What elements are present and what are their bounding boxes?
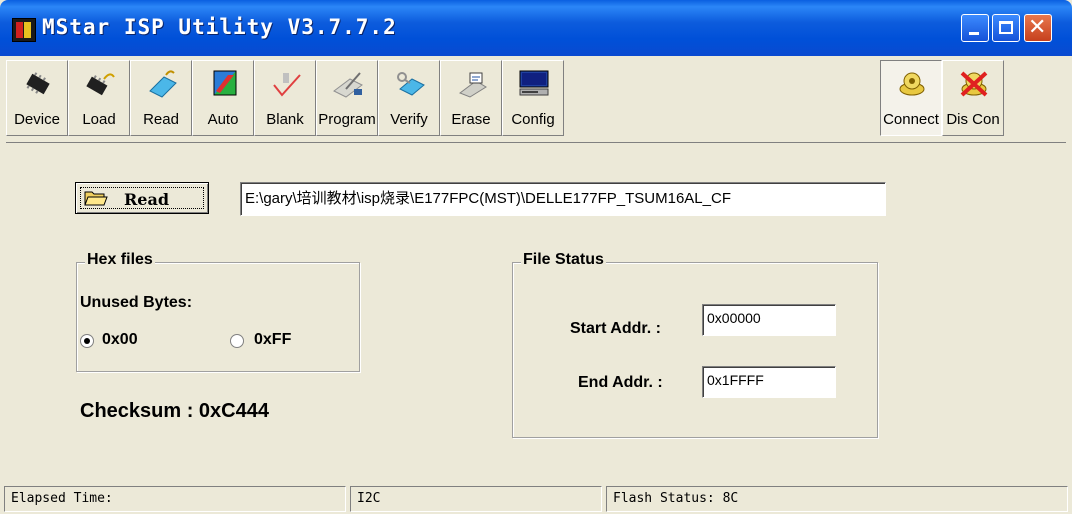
device-label: Device bbox=[14, 111, 60, 128]
flash-status-panel: Flash Status: 8C bbox=[606, 486, 1068, 512]
hex-files-group: Hex files bbox=[76, 251, 360, 372]
verify-button[interactable]: Verify bbox=[378, 60, 440, 136]
status-bar: Elapsed Time: I2C Flash Status: 8C bbox=[0, 484, 1072, 514]
verify-label: Verify bbox=[390, 111, 428, 128]
disconnect-label: Dis Con bbox=[946, 111, 1000, 128]
maximize-icon bbox=[999, 21, 1013, 34]
config-button[interactable]: Config bbox=[502, 60, 564, 136]
load-label: Load bbox=[82, 111, 116, 128]
erase-button[interactable]: Erase bbox=[440, 60, 502, 136]
program-label: Program bbox=[318, 111, 376, 128]
connect-button[interactable]: Connect bbox=[880, 60, 942, 136]
radio-0xff[interactable] bbox=[230, 334, 244, 348]
unused-bytes-label: Unused Bytes: bbox=[80, 294, 193, 311]
disconnect-icon bbox=[960, 71, 988, 97]
app-icon bbox=[12, 18, 36, 42]
title-bar: MStar ISP Utility V3.7.7.2 ✕ bbox=[0, 0, 1072, 56]
connect-icon bbox=[899, 72, 925, 96]
hex-files-legend: Hex files bbox=[85, 251, 155, 269]
window-title: MStar ISP Utility V3.7.7.2 bbox=[42, 15, 397, 39]
toolbar: Device Load Read Auto Blank Program Veri… bbox=[4, 58, 1070, 140]
read-icon bbox=[149, 70, 177, 98]
auto-button[interactable]: Auto bbox=[192, 60, 254, 136]
erase-label: Erase bbox=[451, 111, 491, 128]
file-status-group: File Status bbox=[512, 251, 878, 438]
load-button[interactable]: Load bbox=[68, 60, 130, 136]
checksum-text: Checksum : 0xC444 bbox=[80, 400, 269, 422]
open-folder-icon bbox=[84, 191, 108, 206]
read-toolbar-button[interactable]: Read bbox=[130, 60, 192, 136]
device-button[interactable]: Device bbox=[6, 60, 68, 136]
config-label: Config bbox=[511, 111, 555, 128]
chip-icon bbox=[26, 72, 50, 95]
close-button[interactable]: ✕ bbox=[1024, 14, 1052, 42]
blank-button[interactable]: Blank bbox=[254, 60, 316, 136]
radio-0xff-label[interactable]: 0xFF bbox=[254, 331, 291, 349]
load-chip-icon bbox=[86, 73, 115, 96]
connect-label: Connect bbox=[883, 111, 939, 128]
end-addr-field[interactable]: 0x1FFFF bbox=[702, 366, 836, 398]
config-icon bbox=[519, 70, 549, 96]
program-icon bbox=[333, 72, 363, 98]
radio-0x00-label[interactable]: 0x00 bbox=[102, 331, 138, 349]
elapsed-time-panel: Elapsed Time: bbox=[4, 486, 346, 512]
start-addr-label: Start Addr. : bbox=[570, 320, 661, 337]
auto-icon bbox=[213, 70, 237, 96]
minimize-button[interactable] bbox=[961, 14, 989, 42]
file-status-legend: File Status bbox=[521, 251, 606, 269]
disconnect-button[interactable]: Dis Con bbox=[942, 60, 1004, 136]
minimize-icon bbox=[969, 32, 979, 35]
interface-panel: I2C bbox=[350, 486, 602, 512]
erase-icon bbox=[458, 72, 487, 98]
start-addr-field[interactable]: 0x00000 bbox=[702, 304, 836, 336]
read-file-label: Read bbox=[124, 190, 170, 209]
auto-label: Auto bbox=[207, 111, 239, 128]
radio-0x00[interactable] bbox=[80, 334, 94, 348]
read-file-button[interactable]: Read bbox=[75, 182, 209, 214]
maximize-button[interactable] bbox=[992, 14, 1020, 42]
verify-icon bbox=[397, 72, 425, 96]
program-button[interactable]: Program bbox=[316, 60, 378, 136]
file-path-field[interactable]: E:\gary\培训教材\isp烧录\E177FPC(MST)\DELLE177… bbox=[240, 182, 886, 216]
end-addr-label: End Addr. : bbox=[578, 374, 663, 391]
blank-label: Blank bbox=[266, 111, 304, 128]
close-icon: ✕ bbox=[1028, 15, 1047, 40]
blank-check-icon bbox=[273, 73, 301, 97]
read-label: Read bbox=[143, 111, 179, 128]
